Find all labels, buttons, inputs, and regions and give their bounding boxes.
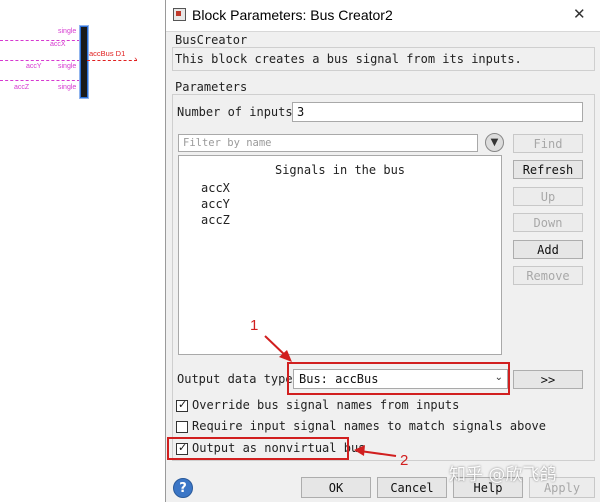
signal-name-label: accZ	[14, 84, 30, 91]
description-group: This block creates a bus signal from its…	[172, 47, 595, 71]
signal-name-label: accY	[26, 63, 42, 70]
ok-button[interactable]: OK	[301, 477, 371, 498]
simulink-block-icon	[173, 8, 186, 21]
signal-line-accx	[0, 40, 80, 41]
signal-line-accy	[0, 60, 80, 61]
output-data-type-label: Output data type:	[177, 372, 300, 386]
num-inputs-field[interactable]	[292, 102, 583, 122]
down-button[interactable]: Down	[513, 213, 583, 232]
filter-options-icon[interactable]: ▼	[485, 133, 504, 152]
num-inputs-label: Number of inputs:	[177, 105, 300, 119]
dialog-title: Block Parameters: Bus Creator2	[192, 7, 393, 23]
annotation-box-output-type	[287, 362, 510, 395]
simulink-canvas: single accX accY single accZ single accB…	[0, 0, 165, 502]
cancel-button[interactable]: Cancel	[377, 477, 447, 498]
list-item[interactable]: accX	[201, 181, 230, 195]
signals-list[interactable]: Signals in the bus accX accY accZ	[178, 155, 502, 355]
find-button[interactable]: Find	[513, 134, 583, 153]
close-icon[interactable]: ✕	[573, 5, 586, 23]
parameters-header: Parameters	[175, 80, 248, 94]
signal-type-label: single	[58, 84, 77, 91]
bus-output-label: accBus D1	[89, 49, 126, 58]
refresh-button[interactable]: Refresh	[513, 160, 583, 179]
block-description: This block creates a bus signal from its…	[175, 52, 522, 66]
signal-type-label: single	[58, 63, 77, 70]
list-item[interactable]: accZ	[201, 213, 230, 227]
bus-output-line	[87, 60, 137, 61]
override-names-label[interactable]: Override bus signal names from inputs	[192, 398, 459, 412]
require-names-checkbox[interactable]	[176, 421, 188, 433]
arrow-right-icon: ›	[134, 55, 138, 65]
checkmark-icon: ✓	[178, 398, 188, 411]
annotation-marker-1: 1	[250, 317, 259, 334]
signals-list-header: Signals in the bus	[274, 163, 406, 177]
block-parameters-dialog: Block Parameters: Bus Creator2 ✕ BusCrea…	[165, 0, 600, 502]
signal-name-label: accX	[50, 41, 66, 48]
bus-creator-block[interactable]	[80, 26, 88, 98]
remove-button[interactable]: Remove	[513, 266, 583, 285]
annotation-marker-2: 2	[400, 452, 409, 469]
title-bar[interactable]: Block Parameters: Bus Creator2 ✕	[166, 0, 600, 32]
list-item[interactable]: accY	[201, 197, 230, 211]
annotation-box-nonvirtual	[167, 437, 349, 460]
help-icon[interactable]: ?	[173, 478, 193, 498]
add-button[interactable]: Add	[513, 240, 583, 259]
signal-line-accz	[0, 80, 80, 81]
block-type-label: BusCreator	[175, 33, 248, 47]
filter-by-name-input[interactable]	[178, 134, 478, 152]
override-names-checkbox[interactable]: ✓	[176, 398, 188, 412]
watermark: 知乎 @欣飞鸽	[449, 465, 557, 485]
signal-type-label: single	[58, 28, 77, 35]
require-names-label[interactable]: Require input signal names to match sign…	[192, 419, 546, 433]
data-type-assistant-button[interactable]: >>	[513, 370, 583, 389]
up-button[interactable]: Up	[513, 187, 583, 206]
